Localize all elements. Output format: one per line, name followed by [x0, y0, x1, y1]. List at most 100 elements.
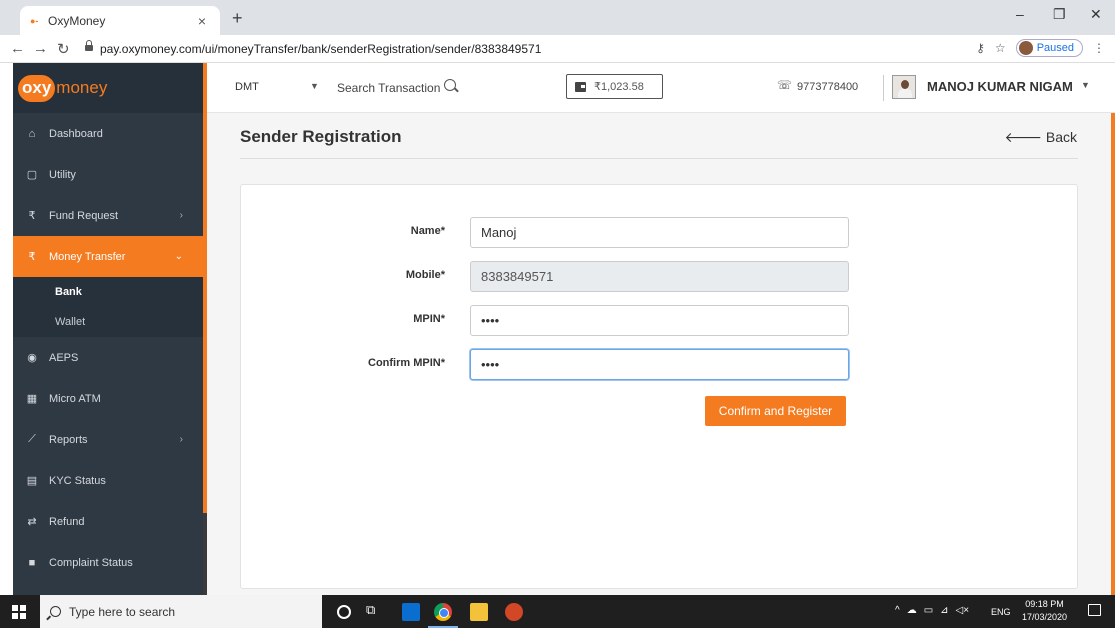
- confirm-mpin-field[interactable]: [470, 349, 849, 380]
- sidebar-item-money-transfer[interactable]: ₹ Money Transfer ⌄: [13, 236, 203, 277]
- address-bar-row: ← → ↻ pay.oxymoney.com/ui/moneyTransfer/…: [0, 35, 1115, 63]
- search-icon: [50, 606, 61, 617]
- fingerprint-icon: ◉: [27, 352, 37, 364]
- clock[interactable]: 09:18 PM 17/03/2020: [1022, 598, 1067, 624]
- confirm-and-register-button[interactable]: Confirm and Register: [705, 396, 846, 426]
- caret-down-icon[interactable]: ▼: [310, 81, 319, 91]
- file-explorer-icon[interactable]: [470, 603, 488, 621]
- bank-icon: ▦: [26, 393, 38, 405]
- balance-amount: ₹1,023.58: [594, 81, 644, 93]
- confirm-mpin-label: Confirm MPIN*: [368, 357, 445, 369]
- oxymoney-favicon-icon: ●‑: [30, 15, 39, 26]
- page-title: Sender Registration: [240, 127, 402, 146]
- clock-time: 09:18 PM: [1025, 599, 1064, 609]
- cloud-icon[interactable]: ☁: [907, 605, 917, 616]
- sidebar-item-label: KYC Status: [49, 474, 106, 487]
- sidebar-item-micro-atm[interactable]: ▦ Micro ATM: [13, 378, 203, 419]
- language-indicator[interactable]: ENG: [991, 607, 1011, 617]
- taskbar-search-placeholder: Type here to search: [69, 604, 176, 619]
- windows-start-icon[interactable]: [12, 605, 26, 619]
- battery-icon[interactable]: ▭: [924, 605, 933, 616]
- new-tab-button[interactable]: +: [232, 8, 243, 29]
- restore-button[interactable]: ❐: [1053, 6, 1066, 23]
- url-field[interactable]: pay.oxymoney.com/ui/moneyTransfer/bank/s…: [100, 42, 541, 56]
- back-arrow-icon[interactable]: ←: [10, 40, 25, 57]
- sidebar-item-label: AEPS: [49, 351, 79, 364]
- show-hidden-icons-icon[interactable]: ^: [895, 605, 900, 616]
- sidebar-item-utility[interactable]: ▢ Utility: [13, 154, 203, 195]
- sidebar-item-reports[interactable]: ⟋ Reports ›: [13, 419, 203, 460]
- sidebar-item-label: Dashboard: [49, 127, 103, 140]
- name-field[interactable]: [470, 217, 849, 248]
- wallet-balance[interactable]: ₹1,023.58: [566, 74, 663, 99]
- back-button[interactable]: 🡐 Back: [1004, 129, 1077, 146]
- profile-avatar-icon: [1018, 41, 1033, 55]
- close-tab-icon[interactable]: ×: [194, 13, 210, 29]
- sidebar-item-kyc-status[interactable]: ▤ KYC Status: [13, 460, 203, 501]
- search-transaction-label[interactable]: Search Transaction: [337, 81, 440, 95]
- sidebar: oxy money ⌂ Dashboard ▢ Utility ₹ Fund Re…: [13, 63, 203, 595]
- comment-icon: ■: [28, 556, 36, 569]
- divider: [240, 158, 1078, 159]
- sidebar-item-dashboard[interactable]: ⌂ Dashboard: [13, 113, 203, 154]
- square-icon: ▢: [26, 169, 38, 181]
- sidebar-item-label: Refund: [49, 515, 85, 528]
- minimize-button[interactable]: –: [1016, 6, 1024, 22]
- network-icon[interactable]: ⊿: [940, 605, 948, 616]
- task-view-icon[interactable]: ⧉: [366, 602, 384, 620]
- outlook-icon[interactable]: [402, 603, 420, 621]
- sidebar-item-label: Fund Request: [49, 209, 119, 222]
- avatar[interactable]: [892, 75, 916, 99]
- mobile-field[interactable]: [470, 261, 849, 292]
- sidebar-item-label: Complaint Status: [49, 556, 133, 569]
- oxymoney-logo[interactable]: oxy money: [18, 74, 107, 102]
- phone-icon: ☏: [777, 78, 793, 92]
- sidebar-subitem-wallet[interactable]: Wallet: [13, 307, 203, 337]
- browser-tab-strip: ●‑ OxyMoney × + – ❐ ✕: [0, 0, 1115, 35]
- name-label: Name*: [410, 225, 445, 237]
- username[interactable]: MANOJ KUMAR NIGAM: [927, 79, 1073, 94]
- sender-registration-form: Name* Mobile* MPIN* Confirm MPIN* Confir…: [240, 184, 1078, 589]
- forward-arrow-icon[interactable]: →: [33, 40, 48, 57]
- system-tray: ^ ☁ ▭ ⊿ ◁×: [895, 605, 969, 616]
- profile-button[interactable]: Paused: [1015, 39, 1083, 57]
- notification-icon[interactable]: [1088, 604, 1101, 616]
- exchange-icon: ⇄: [27, 516, 37, 528]
- top-header: DMT ▼ Search Transaction ₹1,023.58 ☏ 977…: [207, 63, 1115, 113]
- browser-menu-icon[interactable]: ⋮: [1093, 41, 1105, 55]
- arrow-left-icon: 🡐: [1004, 129, 1042, 145]
- sidebar-subitem-bank[interactable]: Bank: [13, 277, 203, 307]
- sidebar-item-aeps[interactable]: ◉ AEPS: [13, 337, 203, 378]
- rupee-icon: ₹: [28, 251, 36, 263]
- chevron-down-icon: ⌄: [174, 251, 183, 262]
- bookmark-star-icon[interactable]: ☆: [995, 41, 1006, 55]
- reload-icon[interactable]: ↻: [57, 40, 70, 58]
- volume-icon[interactable]: ◁×: [956, 605, 970, 616]
- sidebar-item-fund-request[interactable]: ₹ Fund Request ›: [13, 195, 203, 236]
- chrome-icon[interactable]: [434, 603, 452, 621]
- sidebar-item-complaint-status[interactable]: ■ Complaint Status: [13, 542, 203, 583]
- sidebar-item-label: Micro ATM: [49, 392, 101, 405]
- powerpoint-icon[interactable]: [505, 603, 523, 621]
- taskbar-search[interactable]: Type here to search: [40, 595, 322, 628]
- search-icon[interactable]: [444, 79, 456, 91]
- sidebar-item-label: Money Transfer: [49, 250, 126, 263]
- key-icon[interactable]: ⚷: [976, 41, 985, 55]
- clock-date: 17/03/2020: [1022, 612, 1068, 622]
- sidebar-item-refund[interactable]: ⇄ Refund: [13, 501, 203, 542]
- id-card-icon: ▤: [26, 475, 38, 487]
- cortana-icon[interactable]: [337, 605, 351, 619]
- support-phone: 9773778400: [797, 81, 859, 93]
- close-window-button[interactable]: ✕: [1090, 6, 1102, 23]
- service-selector[interactable]: DMT: [235, 81, 259, 93]
- lock-icon[interactable]: [85, 40, 93, 52]
- taskbar: Type here to search ⧉ ^ ☁ ▭ ⊿ ◁× ENG 09:…: [0, 595, 1115, 628]
- mpin-label: MPIN*: [413, 313, 445, 325]
- caret-down-icon[interactable]: ▼: [1081, 80, 1090, 90]
- browser-tab[interactable]: ●‑ OxyMoney ×: [20, 6, 220, 35]
- wallet-icon: [575, 81, 586, 92]
- mpin-field[interactable]: [470, 305, 849, 336]
- sidebar-item-label: Utility: [49, 168, 76, 181]
- mobile-label: Mobile*: [405, 269, 445, 281]
- page-scrollbar[interactable]: [1111, 113, 1115, 595]
